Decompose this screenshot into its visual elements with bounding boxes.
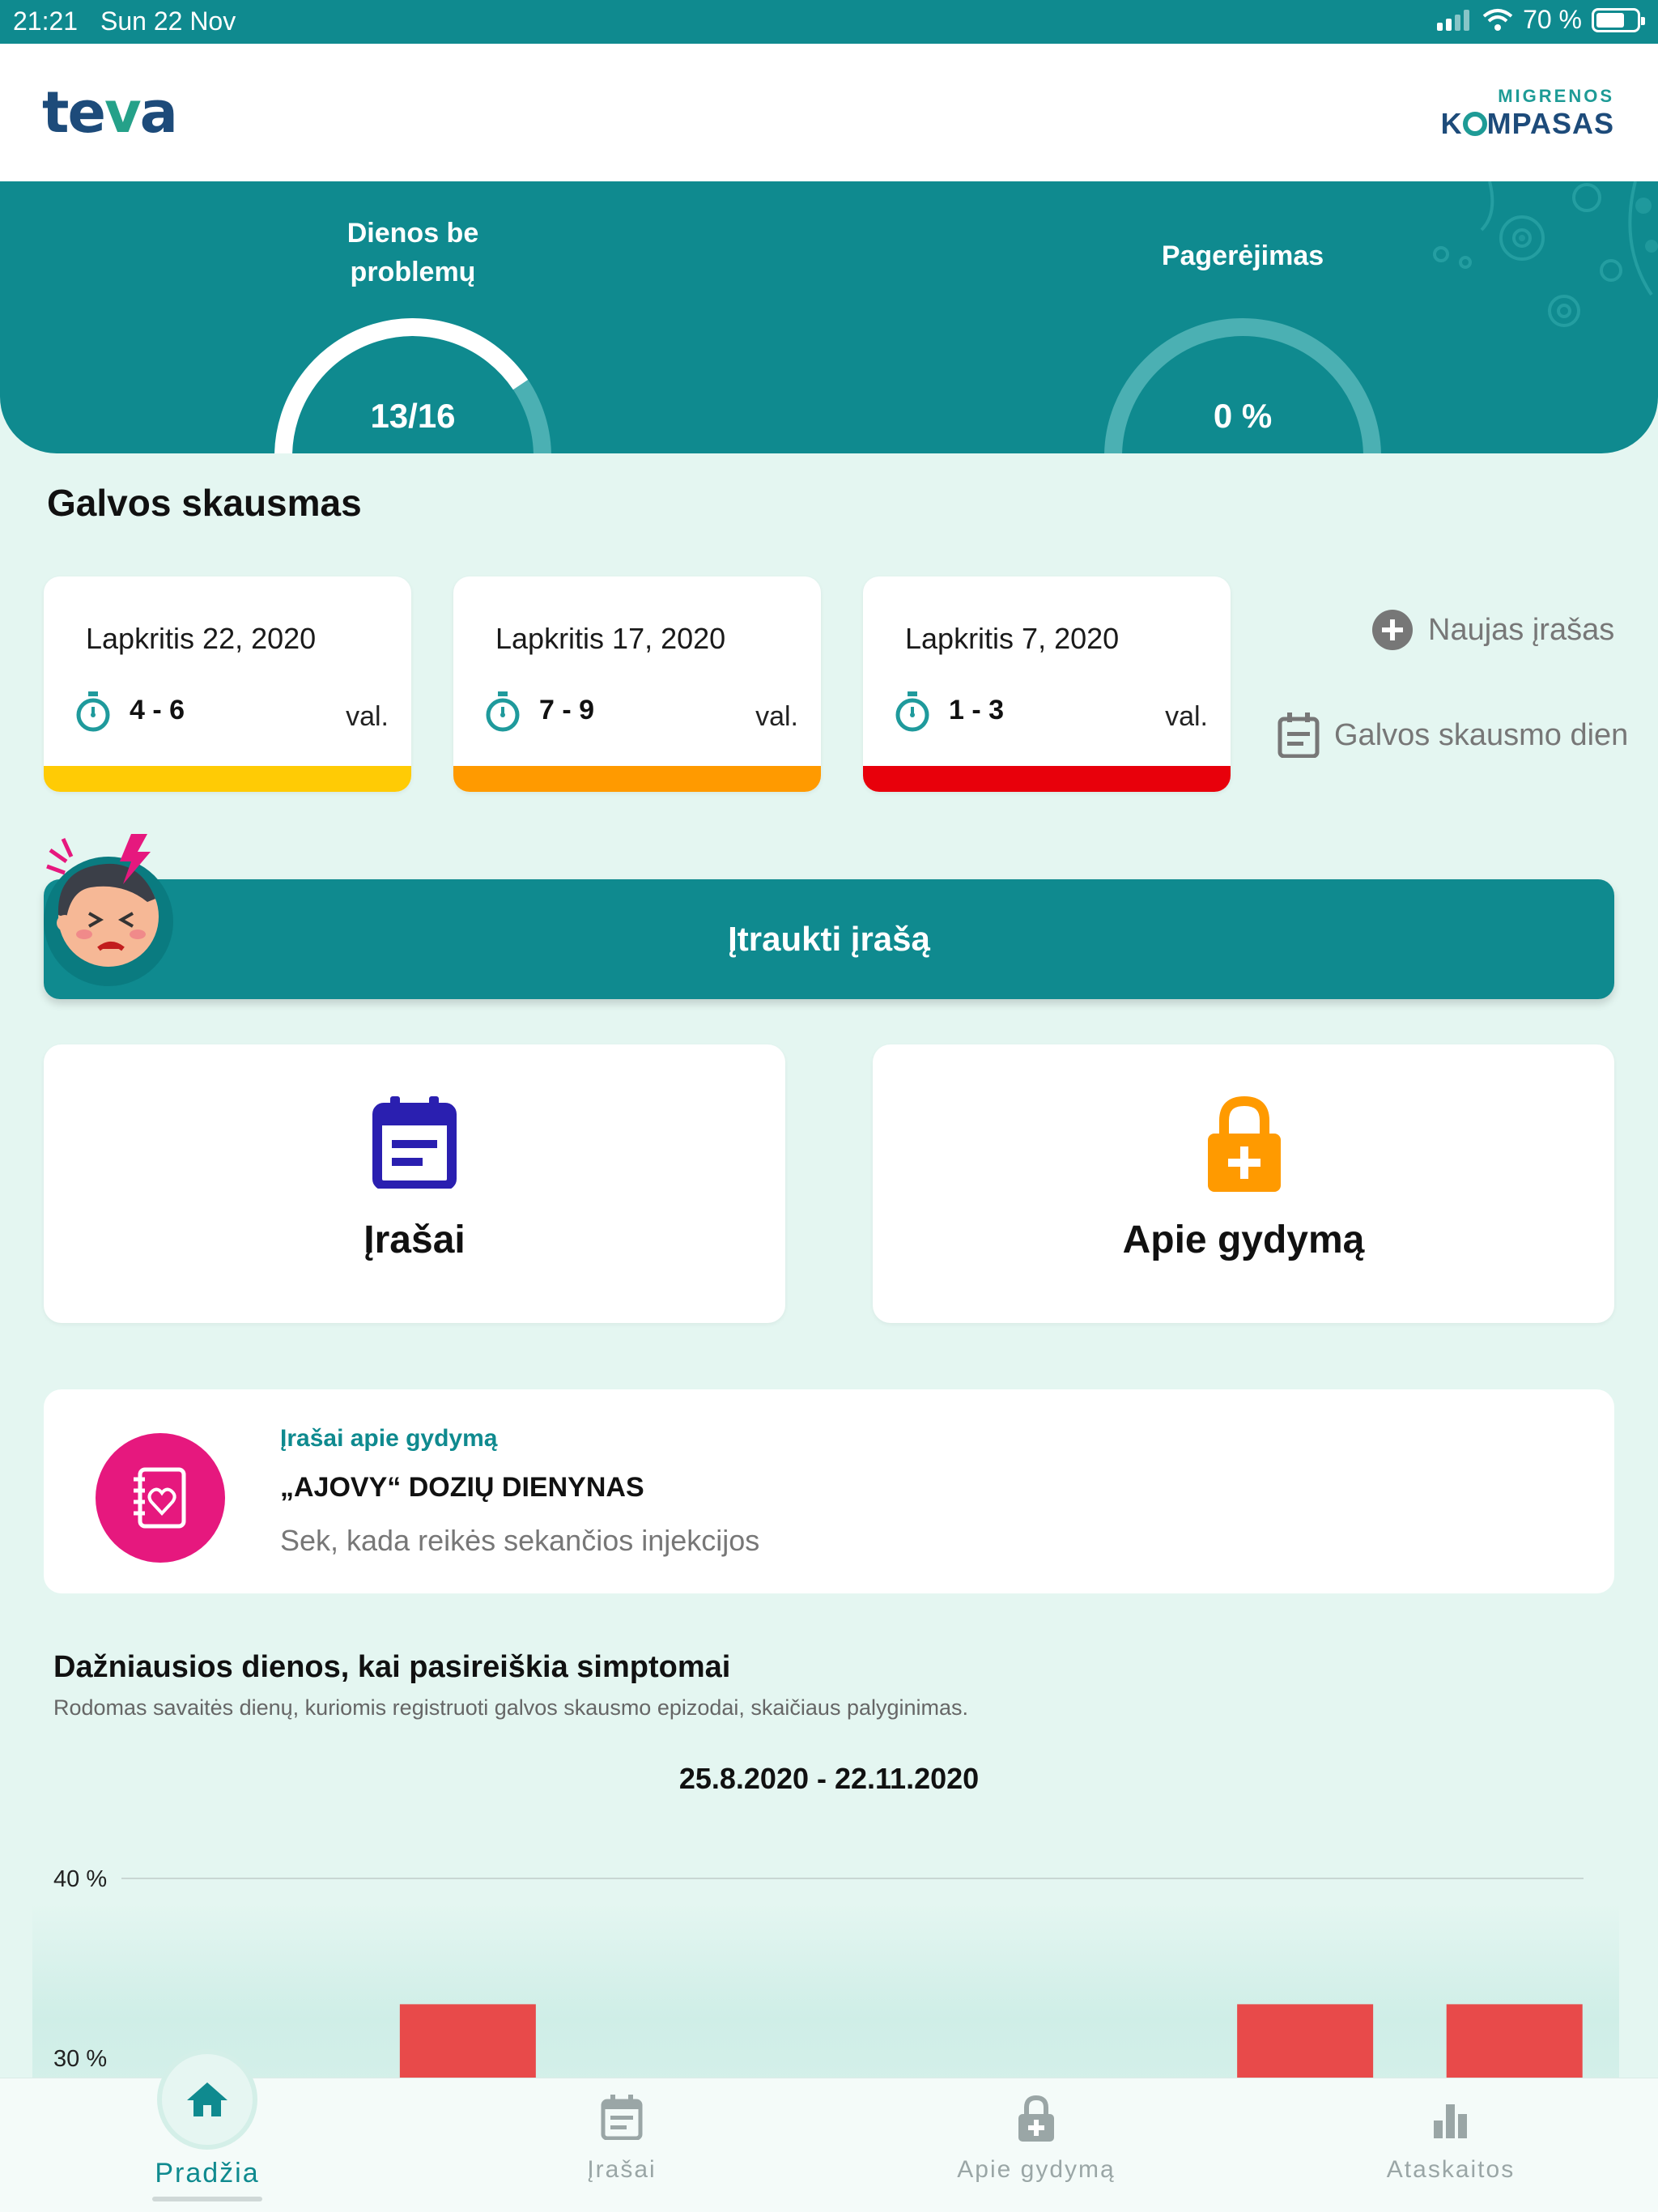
info-title: „AJOVY“ DOZIŲ DIENYNAS bbox=[280, 1472, 644, 1503]
chart-subtitle: Rodomas savaitės dienų, kuriomis registr… bbox=[53, 1695, 969, 1720]
ajovy-diary-card[interactable]: Įrašai apie gydymą „AJOVY“ DOZIŲ DIENYNA… bbox=[44, 1389, 1614, 1593]
notes-icon bbox=[601, 2095, 643, 2140]
stopwatch-icon bbox=[76, 691, 110, 732]
chart-bar bbox=[399, 2004, 536, 2078]
card-unit: val. bbox=[1165, 701, 1208, 732]
battery-fill bbox=[1596, 12, 1624, 28]
gauge1-label-line2: problemų bbox=[350, 257, 476, 287]
wifi-icon bbox=[1482, 8, 1513, 31]
app-header: teva MIGRENOS K MPASAS bbox=[0, 44, 1658, 181]
logo-big-text: K MPASAS bbox=[1441, 107, 1614, 141]
severity-bar bbox=[453, 766, 821, 792]
card-hours: 1 - 3 bbox=[949, 695, 1005, 725]
tab-home-label: Pradžia bbox=[155, 2158, 260, 2189]
lock-plus-icon bbox=[1208, 1095, 1281, 1192]
gauge2-label: Pagerėjimas bbox=[1161, 240, 1324, 271]
headache-card[interactable]: Lapkritis 7, 2020 1 - 3 val. bbox=[863, 576, 1231, 792]
gauge1-label: Dienos be problemų bbox=[300, 214, 526, 291]
entries-tile-label: Įrašai bbox=[363, 1219, 466, 1261]
info-kicker: Įrašai apie gydymą bbox=[280, 1425, 498, 1452]
entries-tile[interactable]: Įrašai bbox=[44, 1044, 785, 1323]
status-bar: 21:21 Sun 22 Nov 70 % bbox=[0, 0, 1658, 44]
tab-treatment-label: Apie gydymą bbox=[957, 2156, 1116, 2183]
chart-title: Dažniausios dienos, kai pasireiškia simp… bbox=[53, 1650, 731, 1684]
chart-date-range: 25.8.2020 - 22.11.2020 bbox=[678, 1762, 980, 1795]
headache-section-title: Galvos skausmas bbox=[47, 482, 362, 524]
headache-card[interactable]: Lapkritis 17, 2020 7 - 9 val. bbox=[453, 576, 821, 792]
gauge1-value: 13/16 bbox=[370, 397, 456, 435]
bar-chart-icon bbox=[1434, 2104, 1467, 2138]
teva-logo-part: a bbox=[139, 79, 178, 146]
tab-reports-label: Ataskaitos bbox=[1386, 2156, 1516, 2183]
card-hours: 4 - 6 bbox=[130, 695, 185, 725]
notes-calendar-icon bbox=[372, 1096, 457, 1189]
weekday-symptom-chart: 40 % 30 % bbox=[53, 1866, 1584, 2078]
tab-reports[interactable]: Ataskaitos bbox=[1329, 2078, 1572, 2212]
headache-diary-label: Galvos skausmo dien bbox=[1334, 717, 1629, 752]
add-entry-label: Įtraukti įrašą bbox=[728, 920, 930, 958]
card-date: Lapkritis 17, 2020 bbox=[495, 622, 726, 655]
y-tick-label: 40 % bbox=[53, 1866, 107, 1892]
logo-letters: MPASAS bbox=[1486, 107, 1614, 140]
card-unit: val. bbox=[346, 701, 389, 732]
severity-bar bbox=[44, 766, 411, 792]
calendar-notes-icon bbox=[1278, 713, 1320, 758]
card-hours: 7 - 9 bbox=[539, 695, 595, 725]
battery-icon bbox=[1592, 7, 1645, 32]
teva-logo-part: v bbox=[104, 79, 142, 146]
headache-diary-link[interactable]: Galvos skausmo dien bbox=[1278, 713, 1628, 758]
stopwatch-icon bbox=[895, 691, 929, 732]
treatment-tile[interactable]: Apie gydymą bbox=[873, 1044, 1614, 1323]
logo-small-text: MIGRENOS bbox=[1498, 86, 1614, 106]
y-tick-label: 30 % bbox=[53, 2046, 107, 2072]
migrenos-kompasas-logo: MIGRENOS K MPASAS bbox=[1441, 86, 1614, 141]
chart-bar bbox=[1237, 2004, 1374, 2078]
chart-bar bbox=[1446, 2004, 1583, 2078]
tab-entries[interactable]: Įrašai bbox=[500, 2078, 743, 2212]
home-button-circle bbox=[157, 2049, 257, 2150]
treatment-tile-label: Apie gydymą bbox=[1122, 1219, 1365, 1261]
heart-notebook-icon bbox=[134, 1467, 186, 1529]
tab-bar: Pradžia Įrašai Apie gydymą Ataskaitos bbox=[0, 2049, 1658, 2212]
lock-plus-icon bbox=[1018, 2095, 1054, 2142]
gauge2-value: 0 % bbox=[1213, 397, 1273, 435]
new-entry-label: Naujas įrašas bbox=[1428, 612, 1615, 647]
add-entry-button[interactable]: Įtraukti įrašą bbox=[44, 879, 1614, 999]
tab-home[interactable]: Pradžia bbox=[86, 2049, 329, 2212]
teva-logo: teva bbox=[42, 79, 178, 146]
compass-o-icon bbox=[1462, 112, 1487, 136]
card-date: Lapkritis 7, 2020 bbox=[905, 622, 1120, 655]
new-entry-link[interactable]: Naujas įrašas bbox=[1371, 609, 1614, 651]
teva-logo-part: te bbox=[42, 79, 106, 146]
status-date: Sun 22 Nov bbox=[100, 6, 236, 36]
severity-bar bbox=[863, 766, 1231, 792]
battery-percent: 70 % bbox=[1523, 5, 1582, 34]
logo-letter: K bbox=[1440, 107, 1463, 140]
card-date: Lapkritis 22, 2020 bbox=[86, 622, 317, 655]
diary-badge bbox=[96, 1433, 225, 1563]
card-unit: val. bbox=[755, 701, 798, 732]
status-time: 21:21 bbox=[13, 6, 79, 36]
flower-decoration-icon bbox=[1433, 181, 1658, 327]
headache-card[interactable]: Lapkritis 22, 2020 4 - 6 val. bbox=[44, 576, 411, 792]
home-icon bbox=[187, 2082, 227, 2116]
tab-entries-label: Įrašai bbox=[587, 2156, 657, 2183]
headache-face-icon bbox=[44, 834, 173, 986]
stats-hero: Dienos be problemų 13/16 Pagerėjimas 0 % bbox=[0, 181, 1658, 453]
tab-home-indicator bbox=[152, 2197, 262, 2201]
stopwatch-icon bbox=[486, 691, 520, 732]
status-right: 70 % bbox=[1435, 5, 1645, 35]
add-circle-icon bbox=[1372, 610, 1413, 650]
info-subtitle: Sek, kada reikės sekančios injekcijos bbox=[280, 1524, 760, 1557]
gauge1-label-line1: Dienos be bbox=[346, 218, 479, 249]
tab-treatment[interactable]: Apie gydymą bbox=[915, 2078, 1158, 2212]
signal-icon bbox=[1437, 9, 1470, 31]
